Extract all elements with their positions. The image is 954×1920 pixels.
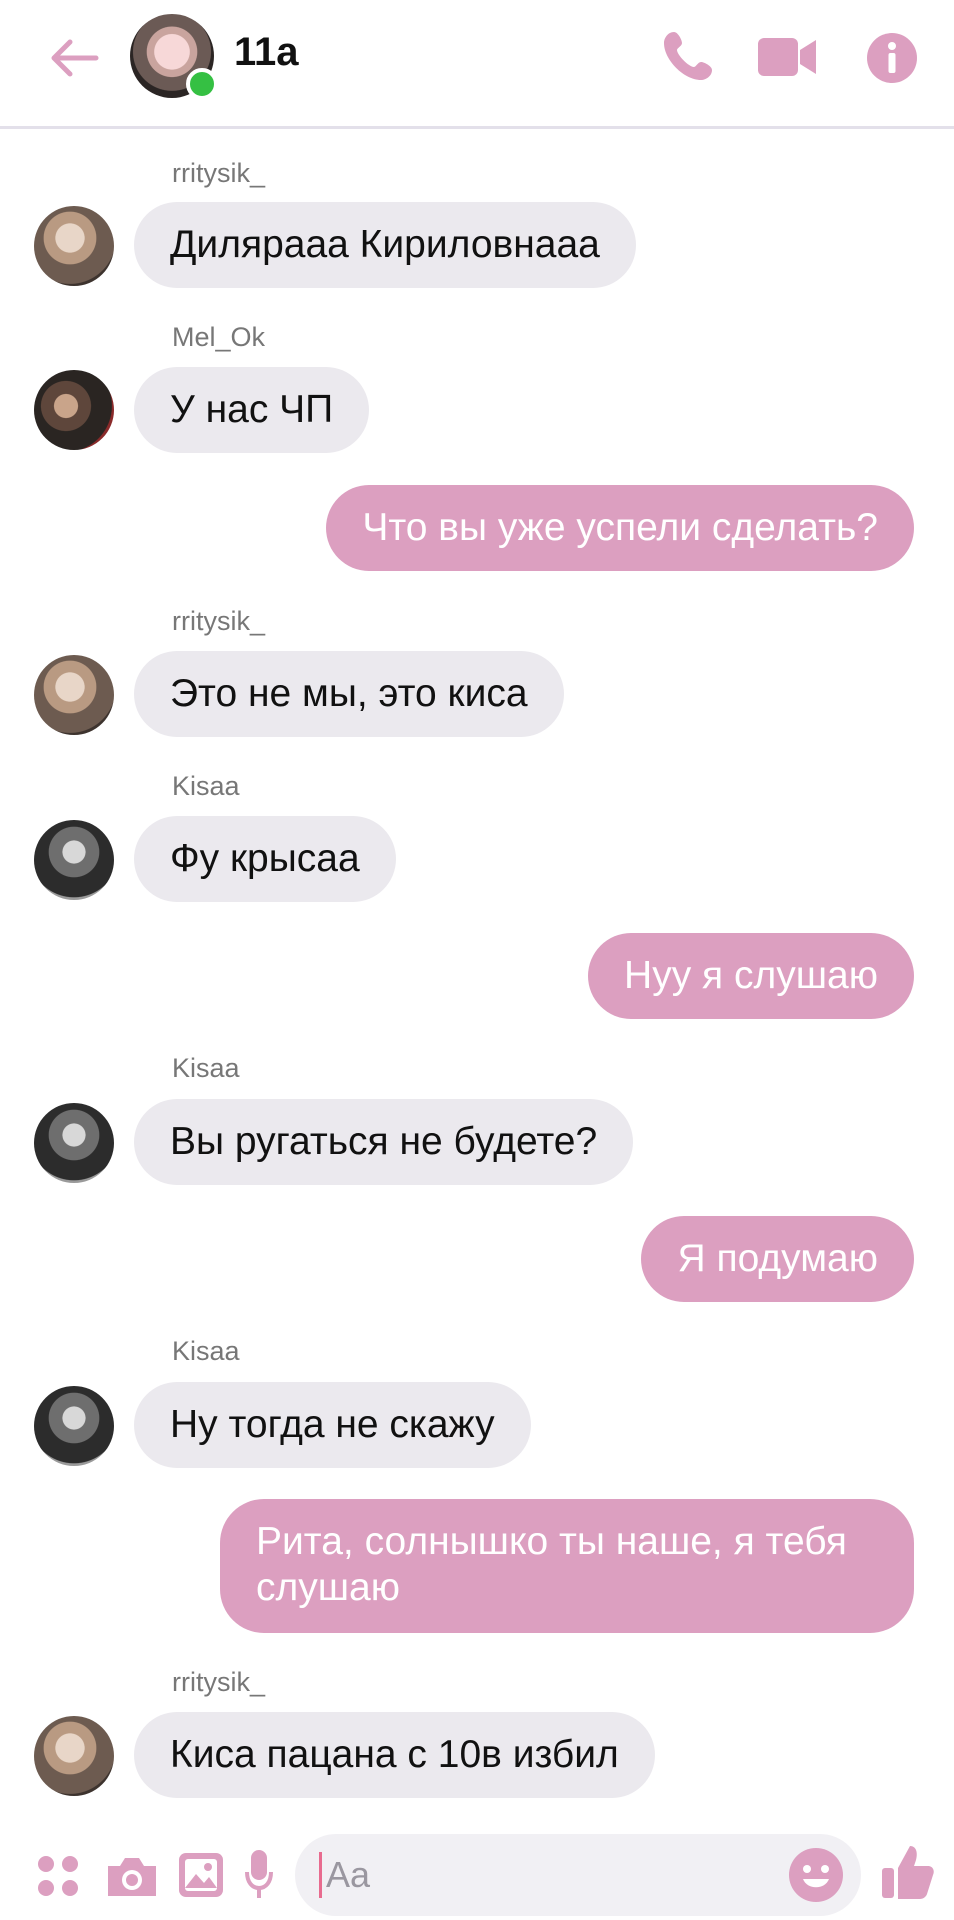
avatar[interactable] (34, 1716, 114, 1796)
camera-icon[interactable] (104, 1852, 160, 1905)
message-bubble-outgoing[interactable]: Я подумаю (641, 1216, 914, 1302)
apps-icon[interactable] (36, 1854, 80, 1903)
message-bubble-outgoing[interactable]: Рита, солнышко ты наше, я тебя слушаю (220, 1499, 914, 1633)
back-arrow-icon[interactable] (44, 34, 104, 82)
phone-icon[interactable] (660, 28, 716, 89)
sender-name: Kisaa (172, 771, 240, 801)
chat-avatar[interactable] (130, 14, 218, 100)
emoji-icon[interactable] (787, 1846, 845, 1909)
message-composer (0, 1830, 954, 1920)
avatar[interactable] (34, 370, 114, 450)
message-bubble-incoming[interactable]: Ну тогда не скажу (134, 1382, 531, 1468)
message-bubble-incoming[interactable]: Киса пацана с 10в избил (134, 1712, 655, 1798)
message-bubble-incoming[interactable]: Это не мы, это киса (134, 651, 564, 737)
message-bubble-outgoing[interactable]: Что вы уже успели сделать? (326, 485, 914, 571)
avatar[interactable] (34, 1103, 114, 1183)
avatar[interactable] (34, 820, 114, 900)
avatar[interactable] (34, 1386, 114, 1466)
chat-title[interactable]: 11a (234, 30, 299, 75)
info-icon[interactable] (866, 32, 918, 89)
sender-name: Kisaa (172, 1053, 240, 1083)
video-icon[interactable] (756, 34, 818, 85)
message-bubble-outgoing[interactable]: Нуу я слушаю (588, 933, 914, 1019)
thumbs-up-icon[interactable] (880, 1842, 936, 1907)
message-bubble-incoming[interactable]: Фу крысаа (134, 816, 396, 902)
gallery-icon[interactable] (176, 1850, 226, 1905)
avatar[interactable] (34, 206, 114, 286)
message-bubble-incoming[interactable]: У нас ЧП (134, 367, 370, 453)
message-bubble-incoming[interactable]: Вы ругаться не будете? (134, 1099, 634, 1185)
sender-name: rritysik_ (172, 606, 265, 636)
sender-name: Kisaa (172, 1336, 240, 1366)
online-status-dot (186, 68, 218, 100)
chat-header: 11a (0, 0, 954, 129)
message-bubble-incoming[interactable]: Диляраaa Кириловнааа (134, 202, 636, 288)
message-input-container[interactable] (295, 1834, 861, 1916)
sender-name: rritysik_ (172, 1667, 265, 1697)
microphone-icon[interactable] (244, 1846, 274, 1907)
sender-name: rritysik_ (172, 158, 265, 188)
message-input[interactable] (319, 1852, 746, 1898)
avatar[interactable] (34, 655, 114, 735)
sender-name: Mel_Ok (172, 322, 266, 352)
